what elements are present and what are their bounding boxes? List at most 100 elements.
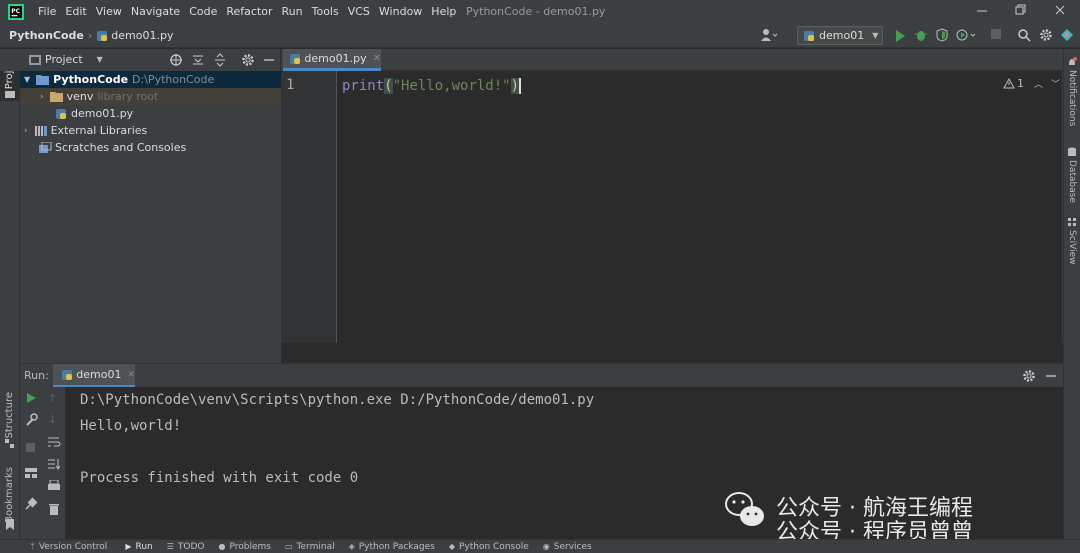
- line-gutter: 1: [281, 71, 337, 343]
- profile-button[interactable]: [955, 28, 977, 45]
- settings-button[interactable]: [1039, 28, 1053, 45]
- structure-tool-label: Structure: [4, 392, 15, 439]
- tool-services-label: Services: [553, 541, 592, 552]
- warning-count: 1: [1017, 77, 1024, 90]
- tool-run-label: Run: [135, 541, 153, 552]
- tree-venv-name: venv: [66, 90, 94, 103]
- tree-item-scratches[interactable]: Scratches and Consoles: [20, 139, 281, 156]
- project-options-button[interactable]: [241, 53, 255, 70]
- run-config-label: demo01: [819, 29, 865, 42]
- hide-panel-button[interactable]: [262, 53, 276, 70]
- menu-navigate[interactable]: Navigate: [131, 5, 180, 18]
- notifications-tool-tab[interactable]: Notifications: [1066, 57, 1080, 137]
- minimize-button[interactable]: [975, 3, 989, 17]
- chevron-right-icon: ›: [40, 91, 44, 102]
- text-cursor: [519, 78, 522, 94]
- python-file-icon: [62, 369, 72, 380]
- tree-item-venv[interactable]: › venv library root: [20, 88, 281, 105]
- menu-window[interactable]: Window: [379, 5, 422, 18]
- bookmark-icon: [6, 519, 14, 530]
- tree-root-name: PythonCode: [53, 73, 129, 86]
- database-tool-tab[interactable]: Database: [1066, 147, 1080, 207]
- close-window-button[interactable]: [1053, 3, 1067, 17]
- scroll-to-end-button[interactable]: [47, 458, 61, 473]
- run-toolbar-secondary: ↑ ↓: [42, 387, 66, 539]
- jetbrains-ai-button[interactable]: [1060, 28, 1074, 45]
- debug-button[interactable]: [914, 28, 928, 45]
- pin-tab-button[interactable]: [24, 497, 38, 514]
- printer-icon: [48, 479, 60, 490]
- code-editor[interactable]: [281, 71, 1063, 363]
- coverage-button[interactable]: [935, 28, 949, 45]
- tree-item-demo01[interactable]: demo01.py: [20, 105, 281, 122]
- folder-icon: [36, 75, 50, 85]
- close-tab-icon[interactable]: ✕: [373, 53, 381, 64]
- menu-code[interactable]: Code: [189, 5, 217, 18]
- clear-all-button[interactable]: [48, 502, 60, 518]
- menu-tools[interactable]: Tools: [312, 5, 339, 18]
- hide-run-panel-button[interactable]: [1044, 369, 1058, 386]
- expand-all-icon: [193, 55, 203, 65]
- play-icon: [27, 393, 36, 403]
- wechat-logo-icon: [725, 492, 764, 526]
- stop-run-button[interactable]: [26, 443, 35, 452]
- layout-button[interactable]: [24, 467, 38, 482]
- arrow-down-icon[interactable]: ↓: [48, 413, 57, 426]
- menu-view[interactable]: View: [96, 5, 122, 18]
- arrow-up-icon[interactable]: ↑: [48, 392, 57, 405]
- menu-run[interactable]: Run: [282, 5, 303, 18]
- python-console-icon: ◆: [448, 542, 455, 551]
- select-opened-file-button[interactable]: [169, 53, 183, 70]
- run-button[interactable]: [894, 29, 906, 46]
- code-line-1[interactable]: print ( "Hello,world!" ): [342, 76, 522, 96]
- restore-button[interactable]: [1013, 3, 1027, 17]
- menu-vcs[interactable]: VCS: [348, 5, 370, 18]
- run-options-button[interactable]: [1022, 369, 1036, 386]
- tool-terminal-label: Terminal: [296, 541, 335, 552]
- run-config-select[interactable]: demo01 ▼: [797, 26, 883, 45]
- tool-python-console[interactable]: ◆ Python Console: [449, 542, 535, 552]
- chevron-down-icon[interactable]: ﹀: [1051, 77, 1060, 90]
- tool-todo[interactable]: ☰ TODO: [167, 542, 211, 552]
- sciview-tool-tab[interactable]: SciView: [1066, 217, 1080, 267]
- window-title: PythonCode - demo01.py: [466, 5, 606, 18]
- edit-config-button[interactable]: [24, 413, 38, 430]
- soft-wrap-button[interactable]: [47, 436, 61, 451]
- editor-tab-demo01[interactable]: demo01.py ✕: [283, 49, 381, 71]
- tool-services[interactable]: ◉ Services: [543, 542, 598, 552]
- structure-tool-tab[interactable]: Structure: [0, 389, 20, 449]
- user-menu[interactable]: [760, 28, 778, 42]
- tool-version-control[interactable]: ᛘ Version Control: [30, 542, 113, 552]
- expand-all-button[interactable]: [191, 53, 205, 70]
- tool-python-packages[interactable]: ◈ Python Packages: [349, 542, 441, 552]
- run-tab-demo01[interactable]: demo01 ✕: [53, 364, 135, 388]
- bell-icon: [1069, 57, 1077, 65]
- tree-item-root[interactable]: ▼ PythonCode D:\PythonCode: [20, 71, 281, 88]
- project-panel-title: Project: [45, 53, 83, 66]
- project-view-select[interactable]: Project ▼: [29, 53, 103, 66]
- print-button[interactable]: [47, 479, 61, 495]
- menu-help[interactable]: Help: [431, 5, 456, 18]
- menu-file[interactable]: File: [38, 5, 56, 18]
- breadcrumb-file[interactable]: demo01.py: [111, 29, 173, 42]
- bookmarks-tool-tab[interactable]: Bookmarks: [0, 464, 20, 534]
- tool-version-control-label: Version Control: [38, 541, 108, 552]
- close-tab-icon[interactable]: ✕: [127, 370, 135, 380]
- tree-item-external-libraries[interactable]: › External Libraries: [20, 122, 281, 139]
- stop-button[interactable]: [991, 29, 1001, 39]
- code-string: "Hello,world!": [392, 78, 511, 94]
- tool-problems[interactable]: ● Problems: [219, 542, 277, 552]
- breadcrumb-project[interactable]: PythonCode: [9, 29, 84, 42]
- menu-refactor[interactable]: Refactor: [226, 5, 272, 18]
- bookmarks-tool-label: Bookmarks: [4, 467, 15, 523]
- trash-icon: [49, 504, 59, 515]
- collapse-all-button[interactable]: [213, 53, 227, 70]
- inspection-widget[interactable]: 1 ︿ ﹀: [1003, 77, 1060, 90]
- tool-terminal[interactable]: ▭ Terminal: [285, 542, 341, 552]
- chevron-up-icon[interactable]: ︿: [1034, 77, 1043, 90]
- chevron-down-icon: ▼: [96, 55, 103, 64]
- rerun-button[interactable]: [25, 392, 37, 407]
- menu-edit[interactable]: Edit: [65, 5, 86, 18]
- search-everywhere-button[interactable]: [1017, 28, 1031, 45]
- tool-run[interactable]: ▶ Run: [125, 542, 158, 552]
